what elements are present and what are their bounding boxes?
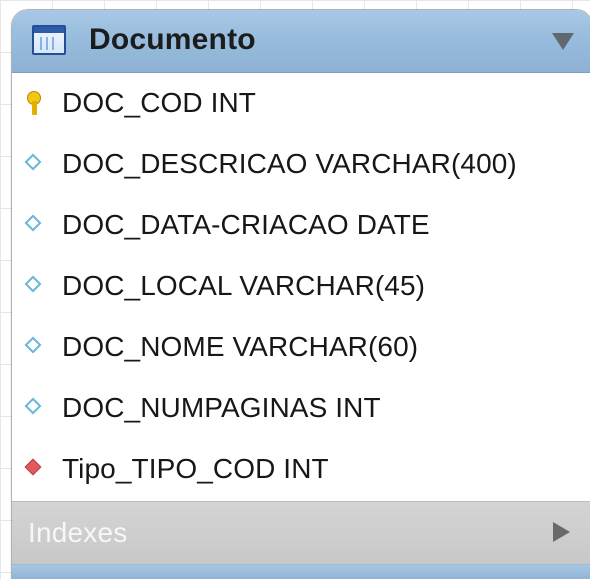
- column-icon: [24, 336, 42, 354]
- chevron-down-icon[interactable]: [552, 33, 574, 50]
- indexes-label: Indexes: [28, 517, 128, 548]
- column-label: DOC_DATA-CRIACAO DATE: [62, 209, 430, 240]
- table-entity-card[interactable]: Documento DOC_COD INT DOC_DESCRICAO VARC…: [12, 10, 590, 579]
- table-header[interactable]: Documento: [12, 10, 590, 73]
- column-label: DOC_LOCAL VARCHAR(45): [62, 270, 426, 301]
- column-label: DOC_COD INT: [62, 87, 256, 118]
- primary-key-stem-icon: [32, 101, 37, 115]
- table-title: Documento: [89, 23, 256, 56]
- column-label: DOC_NUMPAGINAS INT: [62, 392, 381, 423]
- column-label: DOC_NOME VARCHAR(60): [62, 331, 419, 362]
- column-row-doc-data-criacao[interactable]: DOC_DATA-CRIACAO DATE: [12, 195, 590, 256]
- indexes-section[interactable]: Indexes: [12, 501, 590, 564]
- column-icon: [24, 214, 42, 232]
- column-row-doc-descricao[interactable]: DOC_DESCRICAO VARCHAR(400): [12, 134, 590, 195]
- column-row-doc-local[interactable]: DOC_LOCAL VARCHAR(45): [12, 256, 590, 317]
- column-label: Tipo_TIPO_COD INT: [62, 453, 329, 484]
- column-row-tipo-tipo-cod[interactable]: Tipo_TIPO_COD INT: [12, 439, 590, 500]
- column-icon: [24, 275, 42, 293]
- column-label: DOC_DESCRICAO VARCHAR(400): [62, 148, 517, 179]
- column-row-doc-numpaginas[interactable]: DOC_NUMPAGINAS INT: [12, 378, 590, 439]
- column-icon: [24, 397, 42, 415]
- column-row-doc-nome[interactable]: DOC_NOME VARCHAR(60): [12, 317, 590, 378]
- diagram-canvas: Documento DOC_COD INT DOC_DESCRICAO VARC…: [0, 0, 590, 579]
- column-row-doc-cod[interactable]: DOC_COD INT: [12, 73, 590, 134]
- chevron-right-icon[interactable]: [553, 522, 570, 542]
- foreign-key-icon: [24, 458, 42, 476]
- table-footer-bar: [12, 564, 590, 579]
- column-icon: [24, 153, 42, 171]
- primary-key-icon: [26, 91, 42, 116]
- table-icon: [32, 25, 66, 55]
- table-columns: DOC_COD INT DOC_DESCRICAO VARCHAR(400) D…: [12, 73, 590, 501]
